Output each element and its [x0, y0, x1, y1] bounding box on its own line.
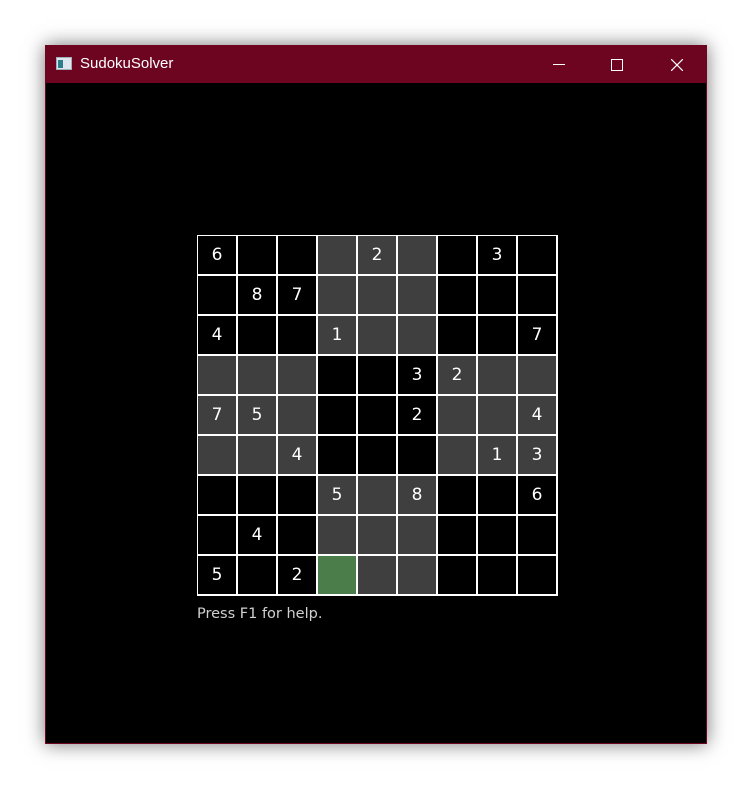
sudoku-cell[interactable]: [198, 516, 236, 554]
window-title: SudokuSolver: [80, 55, 174, 72]
sudoku-grid[interactable]: 62387417327524413586452: [197, 235, 558, 596]
sudoku-cell[interactable]: 8: [398, 476, 436, 514]
sudoku-cell[interactable]: [198, 476, 236, 514]
sudoku-cell[interactable]: [358, 276, 396, 314]
client-area: 62387417327524413586452 Press F1 for hel…: [46, 83, 706, 743]
sudoku-cell[interactable]: [358, 316, 396, 354]
sudoku-cell[interactable]: [358, 396, 396, 434]
sudoku-cell[interactable]: [278, 476, 316, 514]
sudoku-cell[interactable]: 6: [518, 476, 556, 514]
sudoku-cell[interactable]: [278, 236, 316, 274]
sudoku-cell[interactable]: [318, 396, 356, 434]
sudoku-cell[interactable]: [238, 436, 276, 474]
sudoku-cell[interactable]: [438, 396, 476, 434]
sudoku-cell[interactable]: [438, 476, 476, 514]
sudoku-cell[interactable]: [478, 276, 516, 314]
sudoku-cell[interactable]: 2: [438, 356, 476, 394]
sudoku-cell[interactable]: 1: [318, 316, 356, 354]
close-button[interactable]: [648, 46, 706, 83]
sudoku-cell[interactable]: [398, 276, 436, 314]
app-window: SudokuSolver 62387417327524413586452 Pre…: [45, 45, 707, 744]
sudoku-cell[interactable]: [438, 516, 476, 554]
sudoku-cell[interactable]: [518, 516, 556, 554]
app-window-icon[interactable]: [56, 57, 72, 70]
sudoku-cell[interactable]: [198, 356, 236, 394]
sudoku-cell[interactable]: [278, 396, 316, 434]
sudoku-cell[interactable]: [278, 516, 316, 554]
sudoku-cell[interactable]: [238, 556, 276, 594]
sudoku-cell[interactable]: [358, 356, 396, 394]
sudoku-cell[interactable]: 4: [278, 436, 316, 474]
sudoku-cell[interactable]: 5: [238, 396, 276, 434]
sudoku-cell[interactable]: [478, 476, 516, 514]
sudoku-cell[interactable]: [198, 436, 236, 474]
sudoku-cell[interactable]: [318, 516, 356, 554]
sudoku-cell[interactable]: [438, 316, 476, 354]
minimize-icon: [553, 64, 565, 65]
sudoku-cell[interactable]: [318, 276, 356, 314]
sudoku-cell[interactable]: [478, 396, 516, 434]
sudoku-cell[interactable]: [518, 276, 556, 314]
sudoku-cell[interactable]: [238, 316, 276, 354]
sudoku-cell[interactable]: [398, 516, 436, 554]
sudoku-cell[interactable]: 2: [398, 396, 436, 434]
sudoku-cell[interactable]: [438, 436, 476, 474]
sudoku-cell[interactable]: 7: [278, 276, 316, 314]
sudoku-cell[interactable]: 2: [278, 556, 316, 594]
sudoku-cell[interactable]: 3: [478, 236, 516, 274]
sudoku-cell[interactable]: [358, 516, 396, 554]
sudoku-cell[interactable]: 1: [478, 436, 516, 474]
sudoku-cell[interactable]: [398, 236, 436, 274]
minimize-button[interactable]: [530, 46, 588, 83]
sudoku-cell[interactable]: [238, 476, 276, 514]
sudoku-cell[interactable]: [318, 436, 356, 474]
sudoku-cell[interactable]: [438, 236, 476, 274]
sudoku-cell[interactable]: 2: [358, 236, 396, 274]
sudoku-cell[interactable]: 3: [398, 356, 436, 394]
sudoku-cell[interactable]: [398, 556, 436, 594]
sudoku-cell[interactable]: [478, 516, 516, 554]
sudoku-cell[interactable]: [318, 236, 356, 274]
close-icon: [671, 59, 683, 71]
sudoku-cell[interactable]: [518, 356, 556, 394]
sudoku-cell[interactable]: [278, 316, 316, 354]
sudoku-cell[interactable]: [238, 356, 276, 394]
sudoku-cell[interactable]: 7: [518, 316, 556, 354]
sudoku-cell[interactable]: 4: [518, 396, 556, 434]
sudoku-cell[interactable]: [478, 556, 516, 594]
sudoku-cell[interactable]: 5: [318, 476, 356, 514]
sudoku-cell[interactable]: [198, 276, 236, 314]
sudoku-cell[interactable]: [518, 556, 556, 594]
sudoku-cell[interactable]: [358, 476, 396, 514]
maximize-button[interactable]: [588, 46, 646, 83]
sudoku-cell[interactable]: [238, 236, 276, 274]
title-bar[interactable]: SudokuSolver: [46, 46, 706, 83]
sudoku-cell[interactable]: 5: [198, 556, 236, 594]
sudoku-cell[interactable]: [478, 356, 516, 394]
sudoku-cell[interactable]: 7: [198, 396, 236, 434]
sudoku-cell-selected[interactable]: [318, 556, 356, 594]
sudoku-cell[interactable]: [278, 356, 316, 394]
sudoku-cell[interactable]: [438, 556, 476, 594]
sudoku-cell[interactable]: 8: [238, 276, 276, 314]
sudoku-cell[interactable]: [358, 436, 396, 474]
sudoku-cell[interactable]: [318, 356, 356, 394]
sudoku-cell[interactable]: [438, 276, 476, 314]
sudoku-cell[interactable]: [398, 316, 436, 354]
sudoku-cell[interactable]: 4: [238, 516, 276, 554]
maximize-icon: [611, 59, 623, 71]
sudoku-cell[interactable]: 6: [198, 236, 236, 274]
sudoku-cell[interactable]: 3: [518, 436, 556, 474]
sudoku-cell[interactable]: [358, 556, 396, 594]
sudoku-cell[interactable]: [518, 236, 556, 274]
help-hint: Press F1 for help.: [197, 606, 323, 622]
sudoku-cell[interactable]: [478, 316, 516, 354]
sudoku-cell[interactable]: [398, 436, 436, 474]
sudoku-cell[interactable]: 4: [198, 316, 236, 354]
